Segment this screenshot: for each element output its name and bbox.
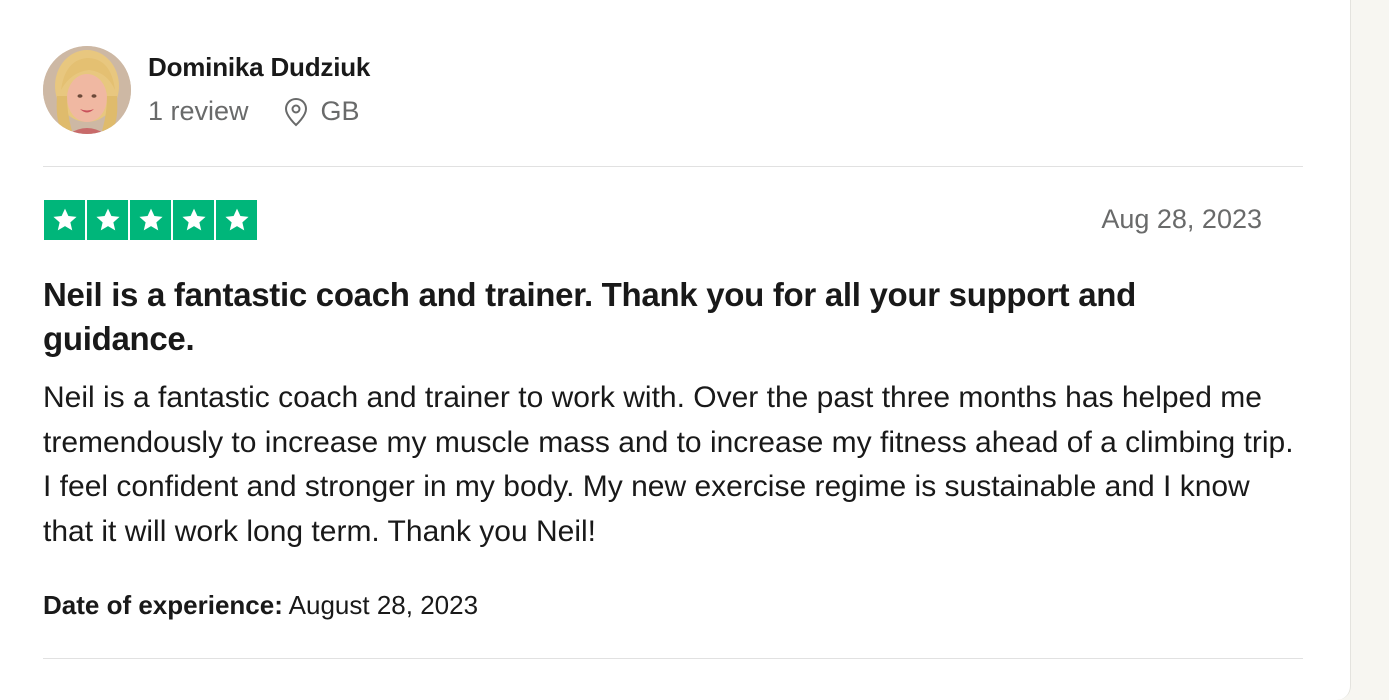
- map-pin-icon: [283, 97, 309, 127]
- review-title[interactable]: Neil is a fantastic coach and trainer. T…: [43, 273, 1283, 361]
- header-divider: [43, 166, 1303, 167]
- experience-label: Date of experience:: [43, 590, 283, 620]
- reviewer-meta: 1 review GB: [148, 96, 360, 127]
- reviewer-country: GB: [320, 96, 360, 126]
- avatar[interactable]: [43, 46, 131, 134]
- star-rating: [44, 200, 257, 240]
- review-card: Dominika Dudziuk 1 review GB Aug 28, 202…: [0, 0, 1351, 700]
- date-of-experience: Date of experience: August 28, 2023: [43, 590, 478, 621]
- star-icon: [44, 200, 85, 240]
- star-icon: [87, 200, 128, 240]
- footer-divider: [43, 658, 1303, 659]
- review-date: Aug 28, 2023: [1101, 204, 1262, 234]
- star-icon: [216, 200, 257, 240]
- review-body: Neil is a fantastic coach and trainer to…: [43, 381, 1294, 548]
- star-icon: [130, 200, 171, 240]
- reviewer-name[interactable]: Dominika Dudziuk: [148, 52, 370, 83]
- review-count: 1 review: [148, 96, 249, 126]
- experience-date: August 28, 2023: [288, 590, 479, 620]
- avatar-photo: [43, 46, 131, 134]
- star-icon: [173, 200, 214, 240]
